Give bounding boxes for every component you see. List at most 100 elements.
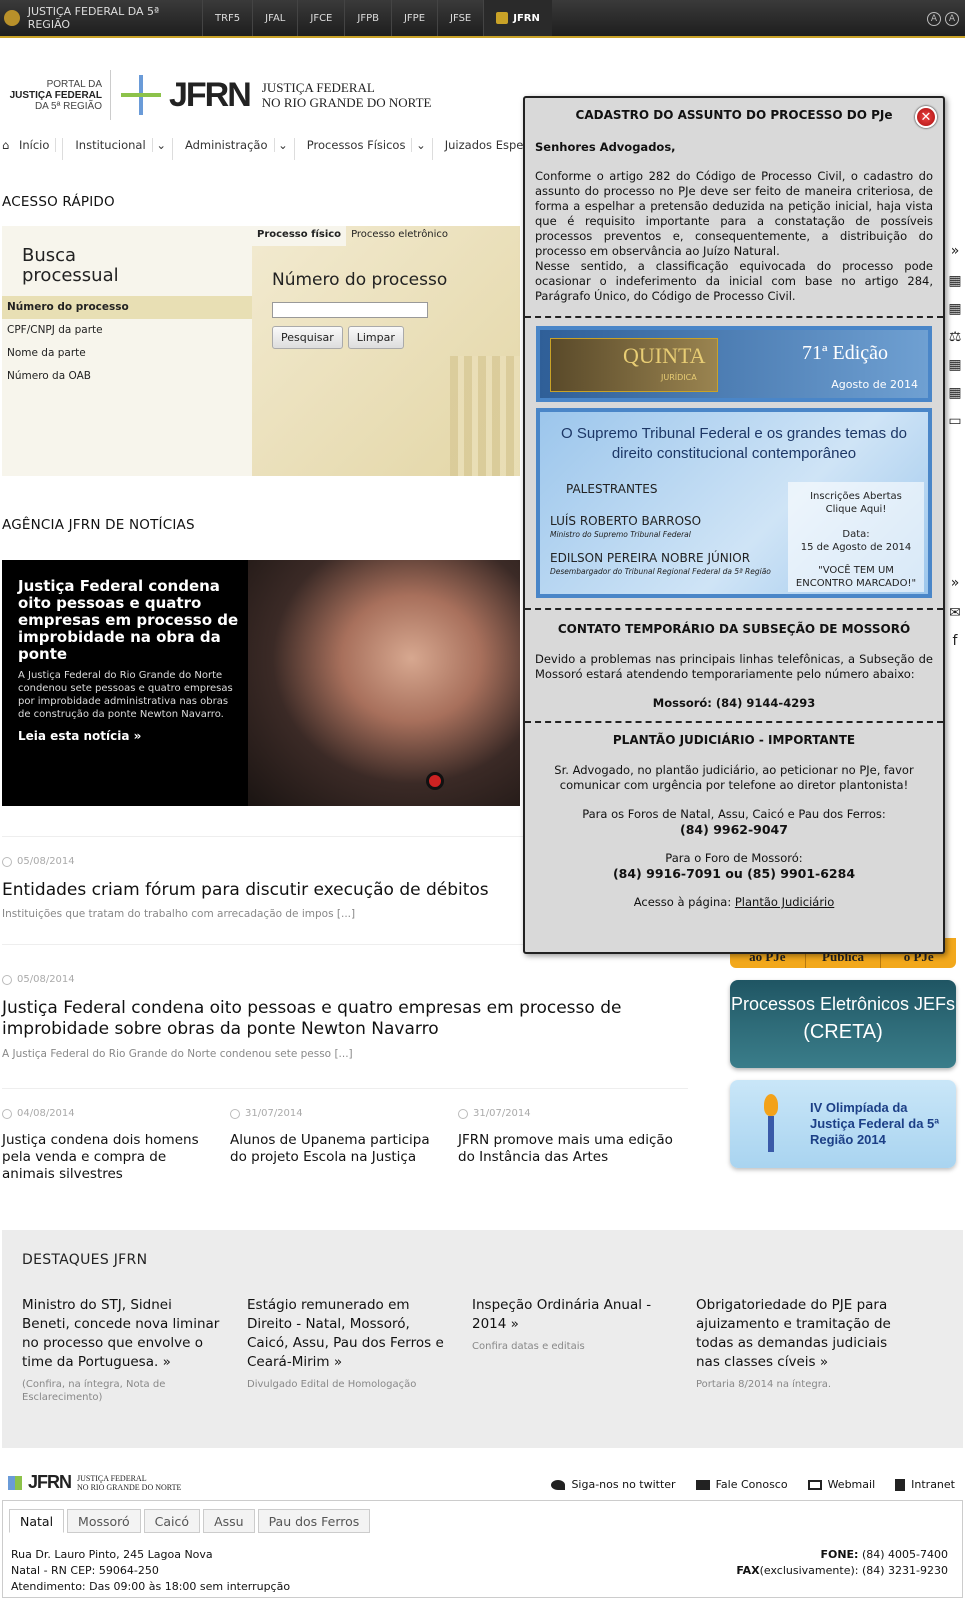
window-icon[interactable]: ▭ <box>945 408 965 434</box>
gavel-icon[interactable]: ⚖ <box>945 324 965 350</box>
calendar-icon[interactable]: ▦ <box>945 380 965 406</box>
nav-institucional[interactable]: Institucional ⌄ <box>63 138 173 160</box>
site-header: PORTAL DA JUSTIÇA FEDERAL DA 5ª REGIÃO J… <box>0 60 520 130</box>
field-label: Número do processo <box>272 270 448 290</box>
creta-banner[interactable]: Processos Eletrônicos JEFs (CRETA) <box>730 980 956 1068</box>
slide-photo <box>248 560 520 806</box>
slide-read-more[interactable]: Leia esta notícia » <box>18 729 240 743</box>
plantao-text: Sr. Advogado, no plantão judiciário, ao … <box>554 763 914 792</box>
accessibility-controls: A A <box>927 12 959 26</box>
popup-greeting: Senhores Advogados, <box>535 140 676 154</box>
tab-jfpb[interactable]: JFPB <box>344 0 391 36</box>
double-chevron-icon: » <box>819 1354 829 1370</box>
seal-icon <box>4 10 20 26</box>
quinta-juridica-banner[interactable]: QUINTA JURÍDICA 71ª Edição Agosto de 2014 <box>536 326 932 402</box>
news-title[interactable]: Entidades criam fórum para discutir exec… <box>2 880 522 901</box>
plantao-title: PLANTÃO JUDICIÁRIO - IMPORTANTE <box>612 733 856 747</box>
tab-processo-eletronico[interactable]: Processo eletrônico <box>346 226 453 246</box>
tab-jfal[interactable]: JFAL <box>252 0 297 36</box>
speakers-label: PALESTRANTES <box>566 482 658 496</box>
portal-label[interactable]: PORTAL DA JUSTIÇA FEDERAL DA 5ª REGIÃO <box>0 79 102 112</box>
destaque-title[interactable]: Estágio remunerado em Direito - Natal, M… <box>247 1297 444 1370</box>
double-chevron-icon: » <box>162 1354 171 1370</box>
tab-trf5[interactable]: TRF5 <box>202 0 252 36</box>
nav-processos-fisicos[interactable]: Processos Físicos ⌄ <box>295 138 433 160</box>
small-news-title[interactable]: Alunos de Upanema participa do projeto E… <box>230 1132 445 1166</box>
destaque-sub: (Confira, na íntegra, Nota de Esclarecim… <box>22 1379 166 1403</box>
slide-headline[interactable]: Justiça Federal condena oito pessoas e q… <box>18 578 240 663</box>
site-logo[interactable]: JFRN <box>169 76 252 115</box>
tab-assu[interactable]: Assu <box>203 1509 255 1533</box>
clear-button[interactable]: Limpar <box>347 326 404 349</box>
tab-caico[interactable]: Caicó <box>143 1509 201 1533</box>
footer-logo[interactable]: JFRN JUSTIÇA FEDERAL NO RIO GRANDE DO NOR… <box>8 1472 181 1493</box>
plantao-line: Para o Foro de Mossoró: <box>665 851 803 865</box>
quinta-logo: QUINTA JURÍDICA <box>550 338 718 392</box>
calendar-icon[interactable]: ▦ <box>945 352 965 378</box>
facebook-icon[interactable]: f <box>945 628 965 654</box>
header-divider <box>110 70 111 120</box>
plantao-link[interactable]: Plantão Judiciário <box>735 895 834 909</box>
close-icon[interactable]: ✕ <box>915 106 937 128</box>
option-nome-parte[interactable]: Nome da parte <box>2 342 252 365</box>
calendar-icon[interactable]: ▦ <box>945 268 965 294</box>
font-decrease-button[interactable]: A <box>927 12 941 26</box>
busca-title: Busca processual <box>22 245 119 286</box>
olimpiada-banner[interactable]: IV Olimpíada da Justiça Federal da 5ª Re… <box>730 1080 956 1168</box>
nav-administracao[interactable]: Administração ⌄ <box>173 138 295 160</box>
social-toggle-icon[interactable]: » <box>945 570 965 596</box>
mossoro-text: Devido a problemas nas principais linhas… <box>535 652 933 681</box>
news-title[interactable]: Justiça Federal condena oito pessoas e q… <box>2 998 682 1040</box>
intranet-link[interactable]: Intranet <box>895 1478 955 1491</box>
tab-processo-fisico[interactable]: Processo físico <box>252 226 347 246</box>
destaque-item[interactable]: Estágio remunerado em Direito - Natal, M… <box>247 1296 447 1391</box>
tab-jfpe[interactable]: JFPE <box>390 0 437 36</box>
stf-lecture-banner[interactable]: O Supremo Tribunal Federal e os grandes … <box>536 408 932 598</box>
destaque-title[interactable]: Inspeção Ordinária Anual - 2014 <box>472 1297 651 1332</box>
tab-jfce[interactable]: JFCE <box>297 0 344 36</box>
tab-jfse[interactable]: JFSE <box>437 0 483 36</box>
option-numero-processo[interactable]: Número do processo <box>2 296 252 319</box>
tab-mossoro[interactable]: Mossoró <box>67 1509 141 1533</box>
small-news-title[interactable]: Justiça condena dois homens pela venda e… <box>2 1132 217 1183</box>
option-cpf-cnpj[interactable]: CPF/CNPJ da parte <box>2 319 252 342</box>
footer-locations: Natal Mossoró Caicó Assu Pau dos Ferros … <box>2 1500 963 1598</box>
destaque-item[interactable]: Ministro do STJ, Sidnei Beneti, concede … <box>22 1296 222 1404</box>
numero-processo-input[interactable] <box>272 302 428 318</box>
destaque-item[interactable]: Obrigatoriedade do PJE para ajuizamento … <box>696 1296 896 1391</box>
destaque-title[interactable]: Obrigatoriedade do PJE para ajuizamento … <box>696 1297 891 1370</box>
small-news-title[interactable]: JFRN promove mais uma edição do Instânci… <box>458 1132 673 1166</box>
jfrn-logo-icon[interactable] <box>119 73 163 117</box>
jfrn-mini-icon <box>496 12 509 24</box>
creta-line-1: Processos Eletrônicos JEFs <box>730 994 956 1014</box>
destaque-title[interactable]: Ministro do STJ, Sidnei Beneti, concede … <box>22 1297 219 1370</box>
webmail-link[interactable]: Webmail <box>807 1478 875 1491</box>
option-numero-oab[interactable]: Número da OAB <box>2 365 252 388</box>
footer-logo-sub: JUSTIÇA FEDERAL NO RIO GRANDE DO NORTE <box>77 1473 182 1492</box>
tab-natal[interactable]: Natal <box>9 1509 65 1533</box>
mail-icon <box>807 1479 822 1490</box>
news-date: 31/07/2014 <box>230 1108 303 1119</box>
news-summary: Instituições que tratam do trabalho com … <box>2 908 356 920</box>
contact-link[interactable]: Fale Conosco <box>695 1478 788 1491</box>
tab-pau-dos-ferros[interactable]: Pau dos Ferros <box>257 1509 371 1533</box>
busca-form: Processo físico Processo eletrônico Núme… <box>252 226 520 476</box>
registration-box[interactable]: Inscrições Abertas Clique Aqui! Data: 15… <box>788 482 924 592</box>
acesso-rapido-title: ACESSO RÁPIDO <box>2 194 115 210</box>
twitter-link[interactable]: Siga-nos no twitter <box>551 1478 676 1491</box>
trf5-brand-link[interactable]: JUSTIÇA FEDERAL DA 5ª REGIÃO <box>0 5 202 31</box>
nav-home[interactable]: ⌂ Início <box>0 138 64 160</box>
search-button[interactable]: Pesquisar <box>272 326 343 349</box>
tab-jfrn[interactable]: JFRN <box>483 0 552 36</box>
footer-phones: FONE: (84) 4005-7400 FAX(exclusivamente)… <box>736 1548 948 1577</box>
destaque-item[interactable]: Inspeção Ordinária Anual - 2014 » Confir… <box>472 1296 672 1353</box>
jfrn-logo-icon <box>8 1475 22 1490</box>
site-subtitle: JUSTIÇA FEDERAL NO RIO GRANDE DO NORTE <box>261 80 432 110</box>
news-summary: A Justiça Federal do Rio Grande do Norte… <box>2 1048 353 1060</box>
mail-icon[interactable]: ✉ <box>945 600 965 626</box>
sidebar-toggle-icon[interactable]: » <box>945 238 965 264</box>
destaque-sub: Confira datas e editais <box>472 1341 585 1352</box>
calendar-icon[interactable]: ▦ <box>945 296 965 322</box>
news-slider[interactable]: Justiça Federal condena oito pessoas e q… <box>2 560 520 806</box>
font-increase-button[interactable]: A <box>945 12 959 26</box>
